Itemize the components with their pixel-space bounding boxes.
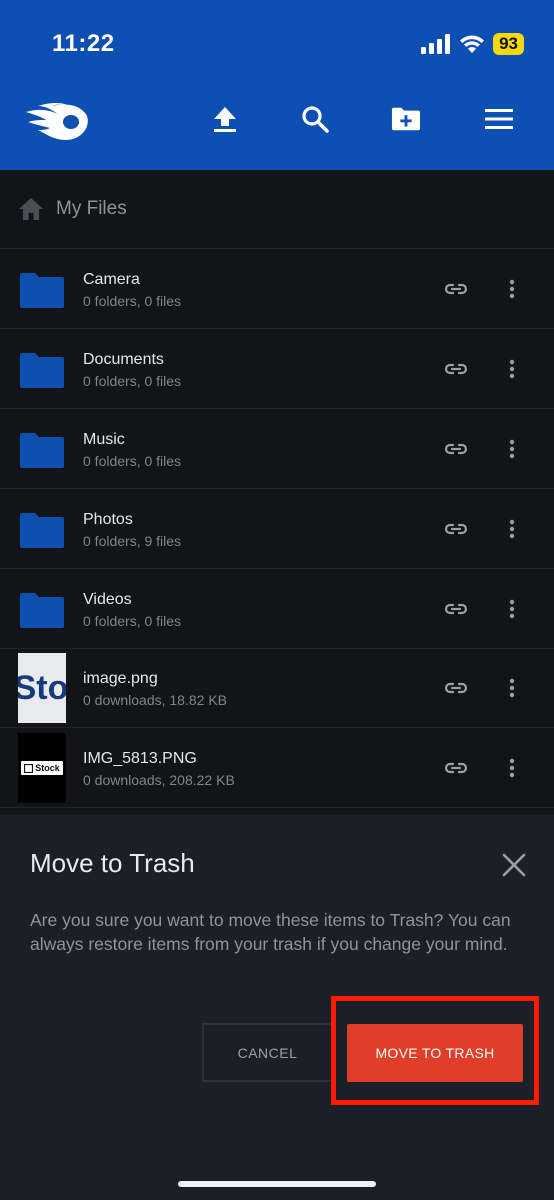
app-header: 11:22 93 bbox=[0, 0, 554, 170]
signal-icon bbox=[421, 34, 451, 54]
list-item[interactable]: Camera 0 folders, 0 files bbox=[0, 249, 554, 329]
item-meta: 0 downloads, 208.22 KB bbox=[83, 772, 235, 788]
folder-icon bbox=[18, 495, 66, 565]
upload-icon bbox=[214, 107, 236, 132]
more-vertical-icon bbox=[509, 439, 515, 459]
item-name: Photos bbox=[83, 511, 133, 528]
share-link-button[interactable] bbox=[444, 676, 468, 700]
more-vertical-icon bbox=[509, 519, 515, 539]
more-options-button[interactable] bbox=[502, 597, 522, 621]
close-icon bbox=[502, 853, 526, 877]
item-name: Documents bbox=[83, 351, 164, 368]
search-button[interactable] bbox=[300, 104, 330, 134]
list-item[interactable]: Sto image.png 0 downloads, 18.82 KB bbox=[0, 648, 554, 728]
square-logo-icon bbox=[24, 763, 34, 773]
list-item[interactable]: Documents 0 folders, 0 files bbox=[0, 329, 554, 409]
link-icon bbox=[444, 682, 468, 694]
breadcrumb[interactable]: My Files bbox=[0, 170, 554, 249]
share-link-button[interactable] bbox=[444, 597, 468, 621]
list-item[interactable]: Stock IMG_5813.PNG 0 downloads, 208.22 K… bbox=[0, 728, 554, 808]
list-item[interactable]: Music 0 folders, 0 files bbox=[0, 409, 554, 489]
more-vertical-icon bbox=[509, 678, 515, 698]
dialog-title: Move to Trash bbox=[30, 848, 195, 878]
move-to-trash-button[interactable]: MOVE TO TRASH bbox=[347, 1024, 523, 1082]
more-vertical-icon bbox=[509, 279, 515, 299]
item-name: image.png bbox=[83, 670, 158, 687]
thumbnail-text: Sto bbox=[18, 668, 66, 707]
wifi-icon bbox=[460, 35, 485, 53]
folder-icon bbox=[18, 415, 66, 485]
image-thumbnail: Stock bbox=[18, 733, 66, 803]
more-options-button[interactable] bbox=[502, 437, 522, 461]
mediafire-logo-icon bbox=[26, 103, 88, 140]
folder-icon bbox=[18, 575, 66, 645]
more-options-button[interactable] bbox=[502, 756, 522, 780]
item-meta: 0 folders, 9 files bbox=[83, 533, 182, 549]
more-vertical-icon bbox=[509, 599, 515, 619]
status-time: 11:22 bbox=[52, 30, 115, 57]
image-thumbnail: Sto bbox=[18, 653, 66, 723]
item-meta: 0 folders, 0 files bbox=[83, 373, 182, 389]
item-meta: 0 folders, 0 files bbox=[83, 453, 182, 469]
item-name: Music bbox=[83, 431, 125, 448]
new-folder-icon bbox=[391, 107, 421, 131]
menu-icon bbox=[485, 109, 513, 129]
item-meta: 0 folders, 0 files bbox=[83, 613, 182, 629]
dialog-message: Are you sure you want to move these item… bbox=[30, 910, 511, 954]
folder-icon bbox=[18, 255, 66, 325]
more-vertical-icon bbox=[509, 758, 515, 778]
list-item[interactable]: Photos 0 folders, 9 files bbox=[0, 489, 554, 569]
link-icon bbox=[444, 283, 468, 295]
link-icon bbox=[444, 363, 468, 375]
more-options-button[interactable] bbox=[502, 676, 522, 700]
item-name: Camera bbox=[83, 271, 140, 288]
share-link-button[interactable] bbox=[444, 756, 468, 780]
home-icon bbox=[19, 198, 43, 220]
list-item[interactable]: Videos 0 folders, 0 files bbox=[0, 569, 554, 649]
link-icon bbox=[444, 762, 468, 774]
thumbnail-text: Stock bbox=[35, 763, 60, 773]
status-icons: 93 bbox=[421, 32, 524, 56]
more-vertical-icon bbox=[509, 359, 515, 379]
more-options-button[interactable] bbox=[502, 357, 522, 381]
breadcrumb-label: My Files bbox=[56, 198, 127, 219]
new-folder-button[interactable] bbox=[391, 104, 421, 134]
home-indicator[interactable] bbox=[178, 1181, 376, 1187]
cancel-button[interactable]: CANCEL bbox=[202, 1023, 333, 1082]
move-to-trash-dialog: Move to Trash Are you sure you want to m… bbox=[0, 815, 554, 1200]
app-logo[interactable] bbox=[24, 100, 90, 147]
item-meta: 0 folders, 0 files bbox=[83, 293, 182, 309]
stock-logo-badge: Stock bbox=[21, 761, 63, 775]
upload-button[interactable] bbox=[210, 104, 240, 134]
close-button[interactable] bbox=[500, 851, 528, 879]
share-link-button[interactable] bbox=[444, 517, 468, 541]
link-icon bbox=[444, 443, 468, 455]
menu-button[interactable] bbox=[484, 104, 514, 134]
link-icon bbox=[444, 603, 468, 615]
share-link-button[interactable] bbox=[444, 357, 468, 381]
item-meta: 0 downloads, 18.82 KB bbox=[83, 692, 227, 708]
item-name: Videos bbox=[83, 591, 132, 608]
share-link-button[interactable] bbox=[444, 437, 468, 461]
share-link-button[interactable] bbox=[444, 277, 468, 301]
page: 11:22 93 My Files Camera 0 folders, 0 fi… bbox=[0, 0, 554, 1200]
more-options-button[interactable] bbox=[502, 517, 522, 541]
folder-icon bbox=[18, 335, 66, 405]
search-icon bbox=[302, 106, 329, 133]
battery-indicator: 93 bbox=[493, 33, 524, 55]
link-icon bbox=[444, 523, 468, 535]
more-options-button[interactable] bbox=[502, 277, 522, 301]
item-name: IMG_5813.PNG bbox=[83, 750, 197, 767]
